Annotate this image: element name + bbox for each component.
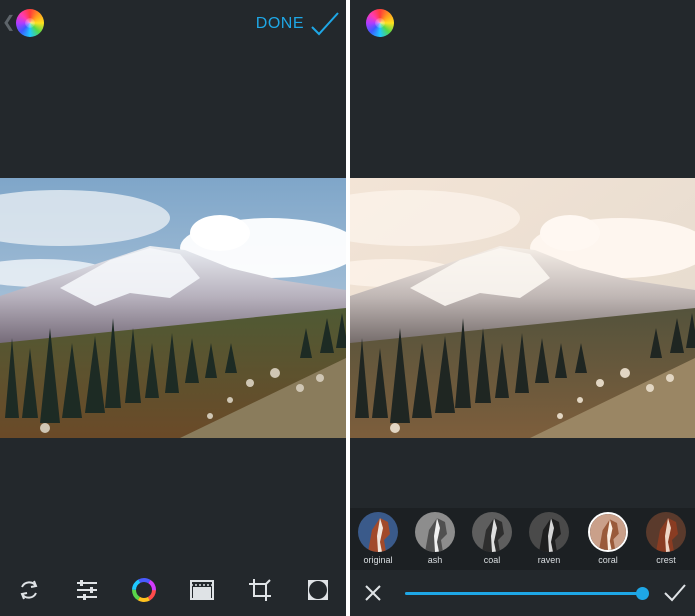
done-label: DONE	[255, 15, 304, 32]
adjust-sliders-icon[interactable]	[73, 576, 101, 604]
chevron-left-icon[interactable]: ❮	[2, 13, 15, 33]
filter-thumbnail-raven	[529, 512, 569, 552]
apply-button[interactable]	[663, 582, 686, 604]
filter-thumbnail-crest	[646, 512, 686, 552]
filter-coral[interactable]: coral	[586, 512, 630, 566]
filter-thumbnail-coral	[588, 512, 628, 552]
color-wheel-logo-icon[interactable]	[16, 9, 44, 37]
filter-original[interactable]: original	[356, 512, 400, 566]
filter-ash[interactable]: ash	[413, 512, 457, 566]
filter-strip: original ash coal raven coral crest	[350, 508, 695, 570]
checkmark-icon	[311, 12, 339, 36]
photo-editor-comparison: ❮ DONE original ash coal raven coral cre…	[0, 0, 695, 616]
close-icon	[365, 585, 381, 601]
checkmark-icon	[664, 584, 686, 602]
intensity-slider-fill	[405, 592, 643, 595]
filter-label: crest	[656, 555, 676, 565]
filter-label: original	[363, 555, 393, 565]
filter-label: ash	[427, 555, 443, 565]
filter-label: raven	[537, 555, 561, 565]
filter-action-bar	[350, 570, 695, 616]
filter-thumbnail-coal	[472, 512, 512, 552]
film-icon[interactable]	[188, 576, 216, 604]
filter-label: coral	[598, 555, 618, 565]
filter-thumbnail-ash	[415, 512, 455, 552]
cancel-button[interactable]	[362, 582, 384, 604]
editor-panel-original: ❮ DONE	[0, 0, 346, 616]
rotate-icon[interactable]	[15, 576, 43, 604]
color-wheel-icon[interactable]	[130, 576, 158, 604]
crop-icon[interactable]	[246, 576, 274, 604]
filter-raven[interactable]: raven	[527, 512, 571, 566]
edit-toolbar	[0, 564, 346, 616]
photo-filtered	[350, 178, 695, 438]
done-button[interactable]: DONE	[256, 10, 340, 38]
filter-crest[interactable]: crest	[644, 512, 688, 566]
intensity-slider-thumb[interactable]	[636, 587, 649, 600]
photo-original	[0, 178, 346, 438]
filter-label: coal	[483, 555, 501, 565]
vignette-icon[interactable]	[304, 576, 332, 604]
editor-panel-filters: original ash coal raven coral crest	[350, 0, 695, 616]
filter-coal[interactable]: coal	[470, 512, 514, 566]
intensity-slider[interactable]	[405, 587, 649, 600]
color-wheel-logo-icon[interactable]	[366, 9, 394, 37]
filter-thumbnail-original	[358, 512, 398, 552]
